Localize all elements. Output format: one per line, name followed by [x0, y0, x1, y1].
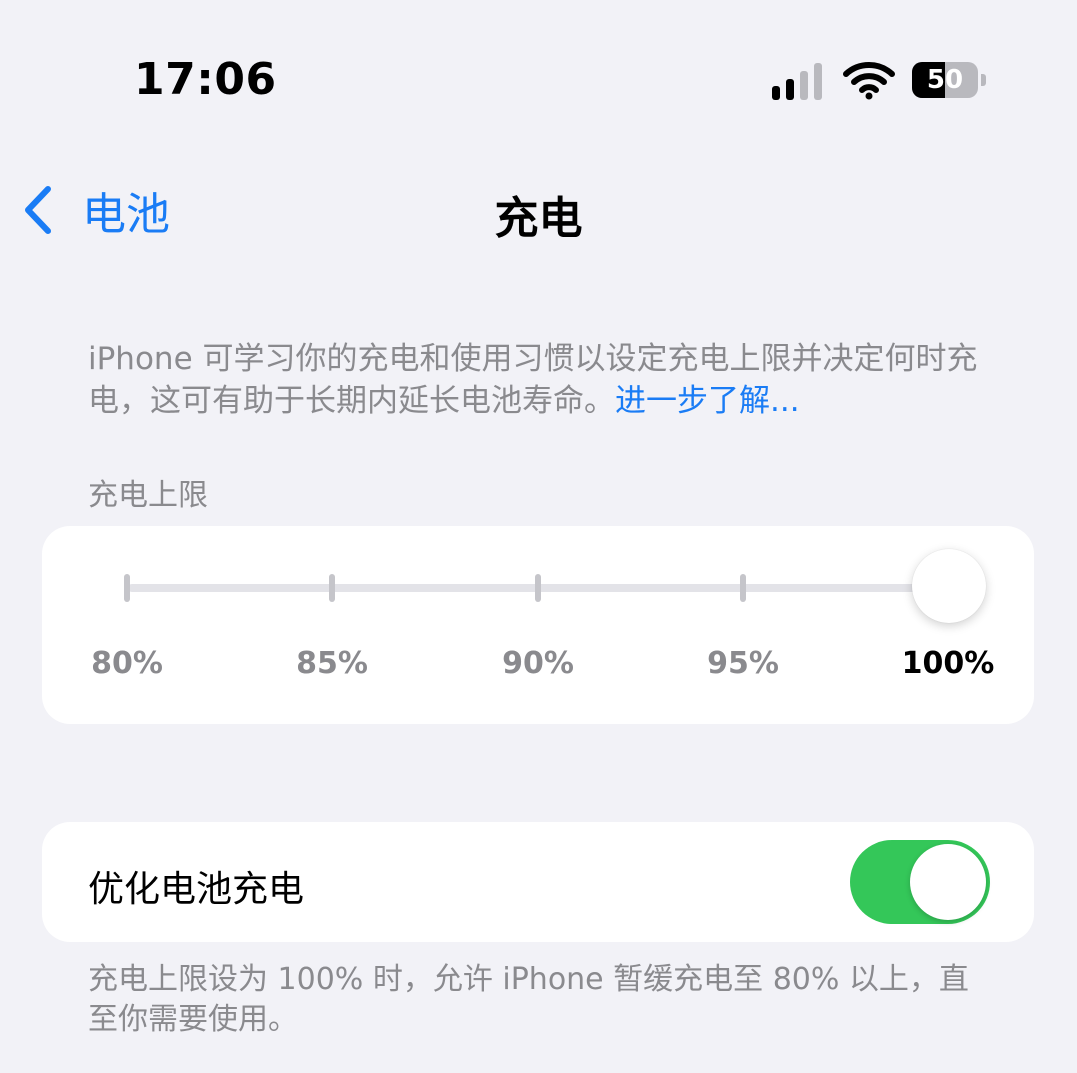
limit-option-90[interactable]: 90% — [478, 646, 598, 681]
battery-level: 50 — [926, 65, 964, 95]
optimize-charging-label: 优化电池充电 — [88, 869, 305, 910]
status-time: 17:06 — [134, 54, 277, 105]
limit-option-95[interactable]: 95% — [683, 646, 803, 681]
limit-option-80[interactable]: 80% — [67, 646, 187, 681]
cellular-signal-icon — [772, 62, 828, 100]
charging-description: iPhone 可学习你的充电和使用习惯以设定充电上限并决定何时充电，这可有助于长… — [88, 338, 1028, 422]
optimize-footer-note: 充电上限设为 100% 时，允许 iPhone 暂缓充电至 80% 以上，直至你… — [88, 962, 969, 1037]
wifi-icon — [843, 62, 895, 100]
signal-bar-3 — [800, 71, 808, 100]
signal-bar-1 — [772, 86, 780, 100]
battery-icon: 50 — [912, 62, 986, 98]
signal-bar-4 — [814, 63, 822, 100]
slider-tick — [740, 574, 746, 602]
page-title: 充电 — [494, 193, 583, 244]
slider-tick — [124, 574, 130, 602]
charge-limit-header: 充电上限 — [88, 478, 208, 513]
slider-tick — [535, 574, 541, 602]
limit-option-85[interactable]: 85% — [272, 646, 392, 681]
slider-tick — [329, 574, 335, 602]
slider-knob[interactable] — [912, 549, 986, 623]
learn-more-link[interactable]: 进一步了解... — [615, 383, 800, 419]
description-text: iPhone 可学习你的充电和使用习惯以设定充电上限并决定何时充电，这可有助于长… — [88, 341, 978, 419]
optimize-charging-row: 优化电池充电 — [42, 822, 1034, 942]
optimize-charging-toggle[interactable] — [850, 840, 990, 924]
signal-bar-2 — [786, 79, 794, 100]
toggle-thumb — [910, 844, 986, 920]
charge-limit-slider-card: 80% 85% 90% 95% 100% — [42, 526, 1034, 724]
limit-option-100[interactable]: 100% — [888, 646, 1008, 681]
